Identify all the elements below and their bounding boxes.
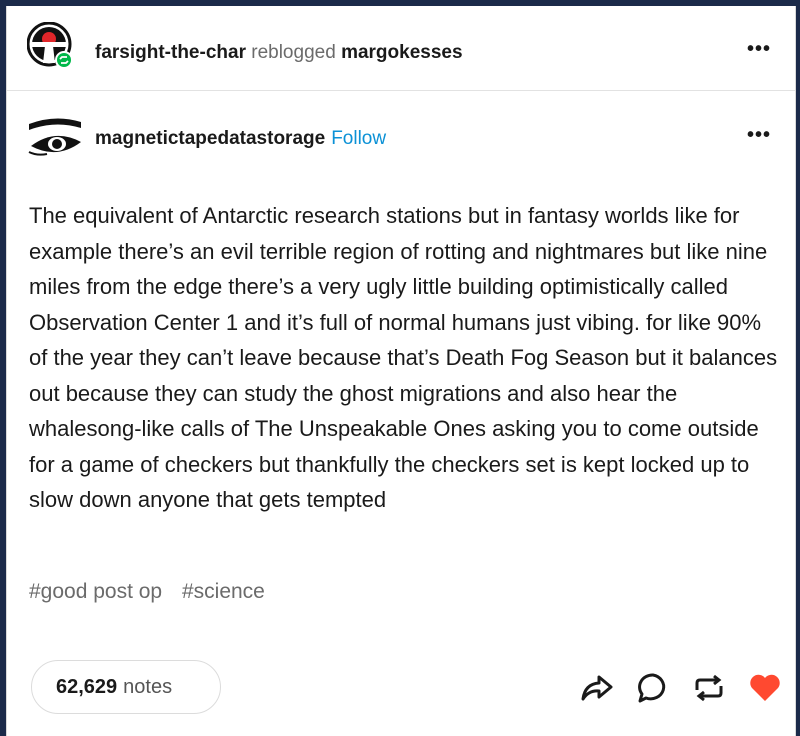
notes-button[interactable]: 62,629 notes: [31, 660, 221, 714]
author-name[interactable]: magnetictapedatastorage: [95, 128, 325, 149]
tag-link[interactable]: #science: [182, 580, 265, 603]
notes-count: 62,629: [56, 676, 118, 698]
reblog-button[interactable]: [691, 670, 727, 706]
notes-label: notes: [123, 676, 173, 698]
reblog-badge-icon: [55, 51, 73, 69]
reblog-source-name[interactable]: margokesses: [341, 42, 462, 63]
reblog-header: farsight-the-char reblogged margokesses …: [7, 6, 795, 91]
post-card: farsight-the-char reblogged margokesses …: [6, 6, 796, 736]
reblog-action: reblogged: [251, 42, 336, 63]
post-author-line: magnetictapedatastorage Follow: [95, 128, 386, 150]
eye-avatar-icon: [27, 116, 83, 160]
reply-icon: [638, 673, 666, 703]
reblogger-name[interactable]: farsight-the-char: [95, 42, 246, 63]
author-avatar[interactable]: [27, 116, 83, 160]
like-button[interactable]: [747, 670, 783, 706]
reblog-menu-button[interactable]: •••: [747, 39, 771, 59]
tag-link[interactable]: #good post op: [29, 580, 162, 603]
reply-button[interactable]: [635, 670, 671, 706]
like-icon: [750, 674, 780, 701]
post-body: The equivalent of Antarctic research sta…: [29, 203, 778, 512]
meatball-menu-icon: •••: [746, 38, 771, 60]
post-tags: #good post op #science: [29, 579, 279, 605]
post-menu-button[interactable]: •••: [747, 125, 771, 145]
meatball-menu-icon: •••: [746, 124, 771, 146]
reblogger-avatar[interactable]: [26, 21, 75, 70]
follow-button[interactable]: Follow: [331, 128, 386, 149]
keyhole-avatar-icon: [26, 21, 73, 69]
reblog-attribution: farsight-the-char reblogged margokesses: [95, 42, 463, 64]
share-icon: [581, 675, 613, 701]
reblog-icon: [695, 674, 723, 702]
post-actions: [579, 670, 783, 706]
share-button[interactable]: [579, 670, 615, 706]
